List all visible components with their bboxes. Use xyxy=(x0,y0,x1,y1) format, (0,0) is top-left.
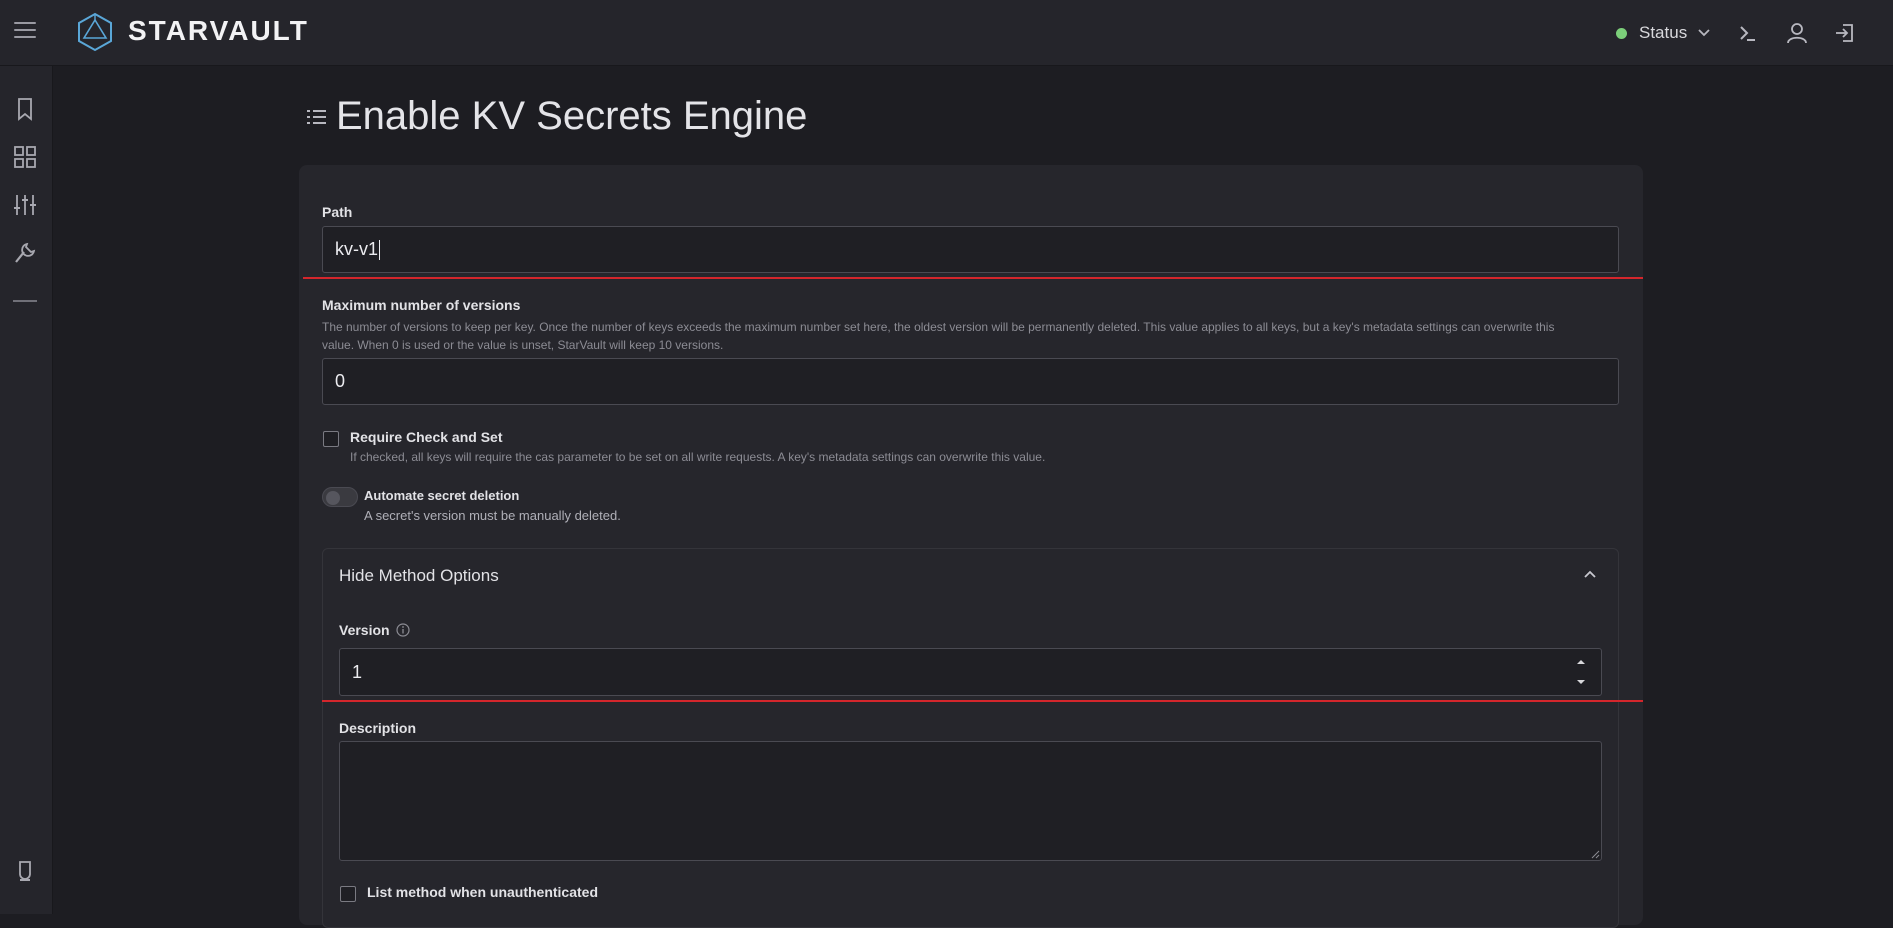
automate-deletion-label: Automate secret deletion xyxy=(364,488,520,503)
version-value: 1 xyxy=(352,661,363,682)
page-header: Enable KV Secrets Engine xyxy=(306,94,807,139)
lightbulb-icon[interactable] xyxy=(12,858,38,884)
require-cas-label: Require Check and Set xyxy=(350,429,503,445)
method-options-panel xyxy=(322,548,1619,928)
status-indicator-dot xyxy=(1616,27,1627,39)
version-label: Version xyxy=(339,622,390,638)
list-unauth-checkbox[interactable] xyxy=(340,886,356,902)
info-icon[interactable] xyxy=(396,623,410,637)
automate-deletion-help: A secret's version must be manually dele… xyxy=(364,508,621,523)
menu-icon[interactable] xyxy=(14,22,36,42)
number-spinner-icon[interactable] xyxy=(1574,655,1588,689)
max-versions-label: Maximum number of versions xyxy=(322,297,521,313)
chevron-down-icon xyxy=(1698,29,1710,37)
resize-handle-icon[interactable] xyxy=(1590,849,1600,859)
list-icon xyxy=(307,109,326,124)
user-icon[interactable] xyxy=(1784,20,1810,46)
logo-icon xyxy=(78,12,112,52)
automate-deletion-toggle[interactable] xyxy=(322,487,358,507)
path-label: Path xyxy=(322,204,353,220)
chevron-up-icon[interactable] xyxy=(1582,566,1598,582)
hide-method-options-toggle[interactable]: Hide Method Options xyxy=(339,566,499,586)
collapse-dash-icon[interactable] xyxy=(12,288,38,314)
sign-out-icon[interactable] xyxy=(1832,20,1858,46)
status-dropdown[interactable]: Status xyxy=(1616,20,1711,46)
path-input-value: kv-v1 xyxy=(335,239,379,259)
sidebar xyxy=(0,66,53,914)
list-unauth-label: List method when unauthenticated xyxy=(367,884,599,900)
description-textarea[interactable] xyxy=(339,741,1602,861)
dashboard-grid-icon[interactable] xyxy=(12,144,38,170)
max-versions-help-line2: value. When 0 is used or the value is un… xyxy=(322,338,724,352)
path-error-underline xyxy=(303,277,1643,279)
top-navigation-bar: STARVAULT Status xyxy=(0,0,1893,66)
path-input[interactable]: kv-v1 xyxy=(322,226,1619,273)
version-number-input[interactable]: 1 xyxy=(339,648,1602,696)
require-cas-checkbox[interactable] xyxy=(323,431,339,447)
page-title: Enable KV Secrets Engine xyxy=(336,94,808,138)
description-label: Description xyxy=(339,720,417,736)
bookmark-icon[interactable] xyxy=(12,96,38,122)
status-label: Status xyxy=(1639,23,1688,42)
app-logo-text[interactable]: STARVAULT xyxy=(128,15,309,47)
max-versions-help-line1: The number of versions to keep per key. … xyxy=(322,320,1555,334)
sliders-icon[interactable] xyxy=(12,192,38,218)
text-caret xyxy=(379,239,381,260)
version-error-underline xyxy=(322,700,1643,702)
tools-icon[interactable] xyxy=(12,240,38,266)
require-cas-help: If checked, all keys will require the ca… xyxy=(350,450,1046,464)
terminal-icon[interactable] xyxy=(1734,20,1760,46)
max-versions-value: 0 xyxy=(335,371,346,391)
max-versions-input[interactable]: 0 xyxy=(322,358,1619,405)
toggle-knob xyxy=(326,491,340,505)
